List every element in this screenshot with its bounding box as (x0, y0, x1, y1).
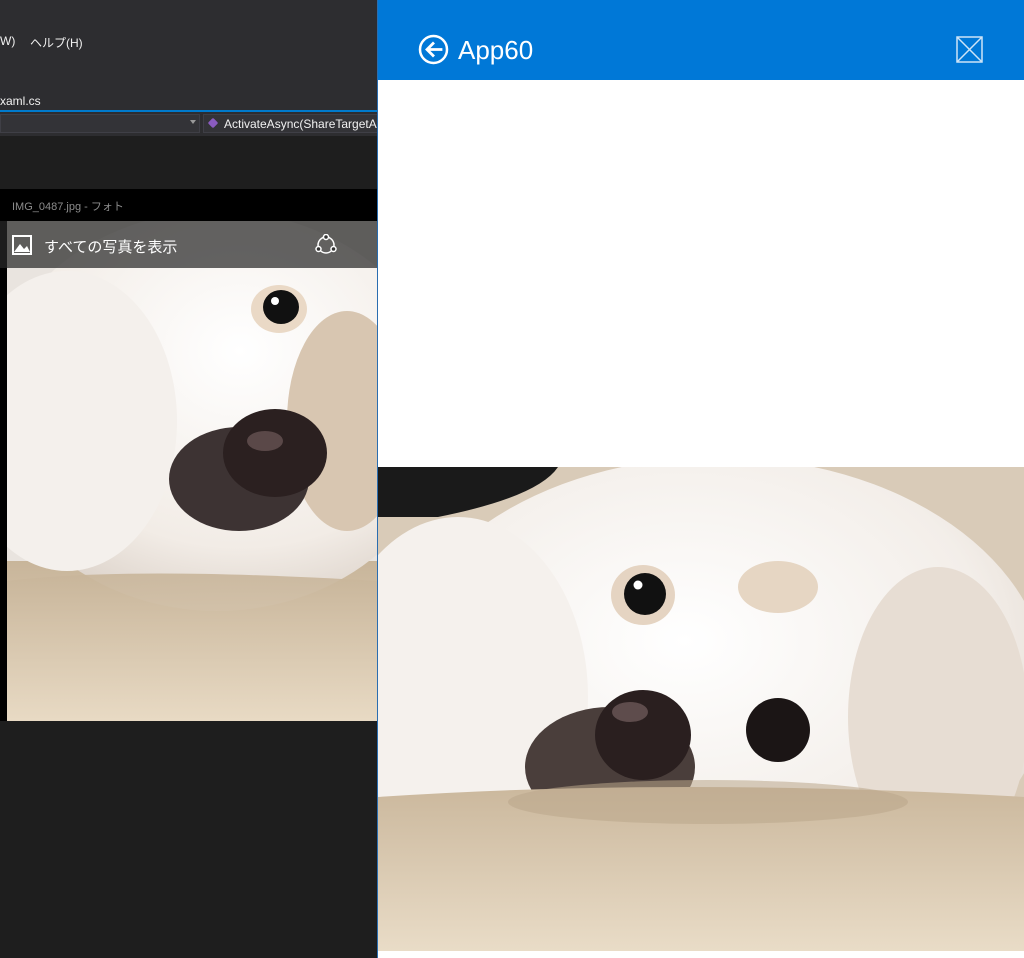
photos-appbar: すべての写真を表示 (0, 221, 377, 268)
type-dropdown[interactable] (0, 114, 200, 133)
app-title: App60 (458, 35, 534, 65)
dropdown-arrow-icon (190, 120, 196, 124)
all-photos-link[interactable]: すべての写真を表示 (44, 236, 177, 257)
photos-titlebar: IMG_0487.jpg - フォト (0, 189, 377, 221)
editor-tab[interactable]: xaml.cs (0, 94, 41, 108)
vs-tabstrip: xaml.cs (0, 86, 377, 110)
menu-window[interactable]: W) (0, 34, 15, 48)
member-dropdown[interactable]: ActivateAsync(ShareTargetAc (203, 114, 377, 133)
close-box-icon[interactable] (956, 36, 983, 63)
member-name: ActivateAsync(ShareTargetAc (224, 117, 377, 131)
photos-window-title: IMG_0487.jpg - フォト (12, 201, 124, 213)
visual-studio-window: W) ヘルプ(H) xaml.cs ActivateAsync(ShareTar… (0, 0, 377, 958)
method-icon (207, 117, 219, 129)
vs-navigation-bar: ActivateAsync(ShareTargetAc (0, 112, 377, 136)
back-arrow-icon[interactable] (418, 34, 449, 65)
gallery-icon[interactable] (12, 235, 32, 255)
shared-dog-photo (378, 467, 1024, 951)
vs-menubar: W) ヘルプ(H) (0, 0, 377, 86)
dog-photo (7, 221, 377, 721)
menu-help[interactable]: ヘルプ(H) (30, 34, 83, 51)
app60-window: App60 (377, 0, 1024, 958)
app-header: App60 (378, 0, 1024, 80)
share-icon[interactable] (315, 234, 337, 256)
photos-window: IMG_0487.jpg - フォト すべての写真を表示 (0, 189, 377, 721)
